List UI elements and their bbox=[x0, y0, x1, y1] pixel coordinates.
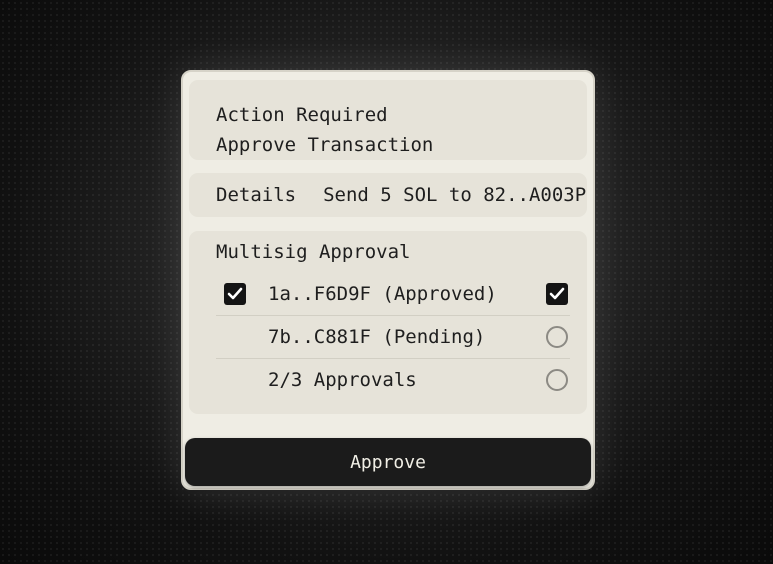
details-value: Send 5 SOL to 82..A003P bbox=[323, 184, 587, 206]
dialog-header: Action Required Approve Transaction bbox=[189, 80, 587, 160]
signer-label: 1a..F6D9F (Approved) bbox=[268, 283, 497, 305]
approval-dialog: Action Required Approve Transaction Deta… bbox=[181, 70, 595, 490]
approve-button[interactable]: Approve bbox=[185, 438, 591, 486]
signer-status-radio[interactable] bbox=[546, 326, 568, 348]
details-label: Details bbox=[216, 184, 297, 206]
signer-status-checkbox[interactable] bbox=[546, 283, 568, 305]
checkmark-icon bbox=[227, 287, 243, 300]
details-section: Details Send 5 SOL to 82..A003P bbox=[189, 173, 587, 217]
checkmark-icon bbox=[549, 287, 565, 300]
signer-row-approved: 1a..F6D9F (Approved) bbox=[216, 273, 570, 316]
signer-row-pending: 7b..C881F (Pending) bbox=[216, 316, 570, 359]
action-required-label: Action Required bbox=[216, 104, 388, 126]
signer-checkbox-left[interactable] bbox=[224, 283, 246, 305]
dialog-title: Approve Transaction bbox=[216, 134, 434, 156]
signer-label: 7b..C881F (Pending) bbox=[268, 326, 486, 348]
approvals-count-row: 2/3 Approvals bbox=[216, 359, 570, 401]
multisig-section: Multisig Approval 1a..F6D9F (Approved) 7… bbox=[189, 231, 587, 414]
approvals-status-radio[interactable] bbox=[546, 369, 568, 391]
multisig-title: Multisig Approval bbox=[216, 241, 411, 263]
approvals-count-label: 2/3 Approvals bbox=[268, 369, 417, 391]
